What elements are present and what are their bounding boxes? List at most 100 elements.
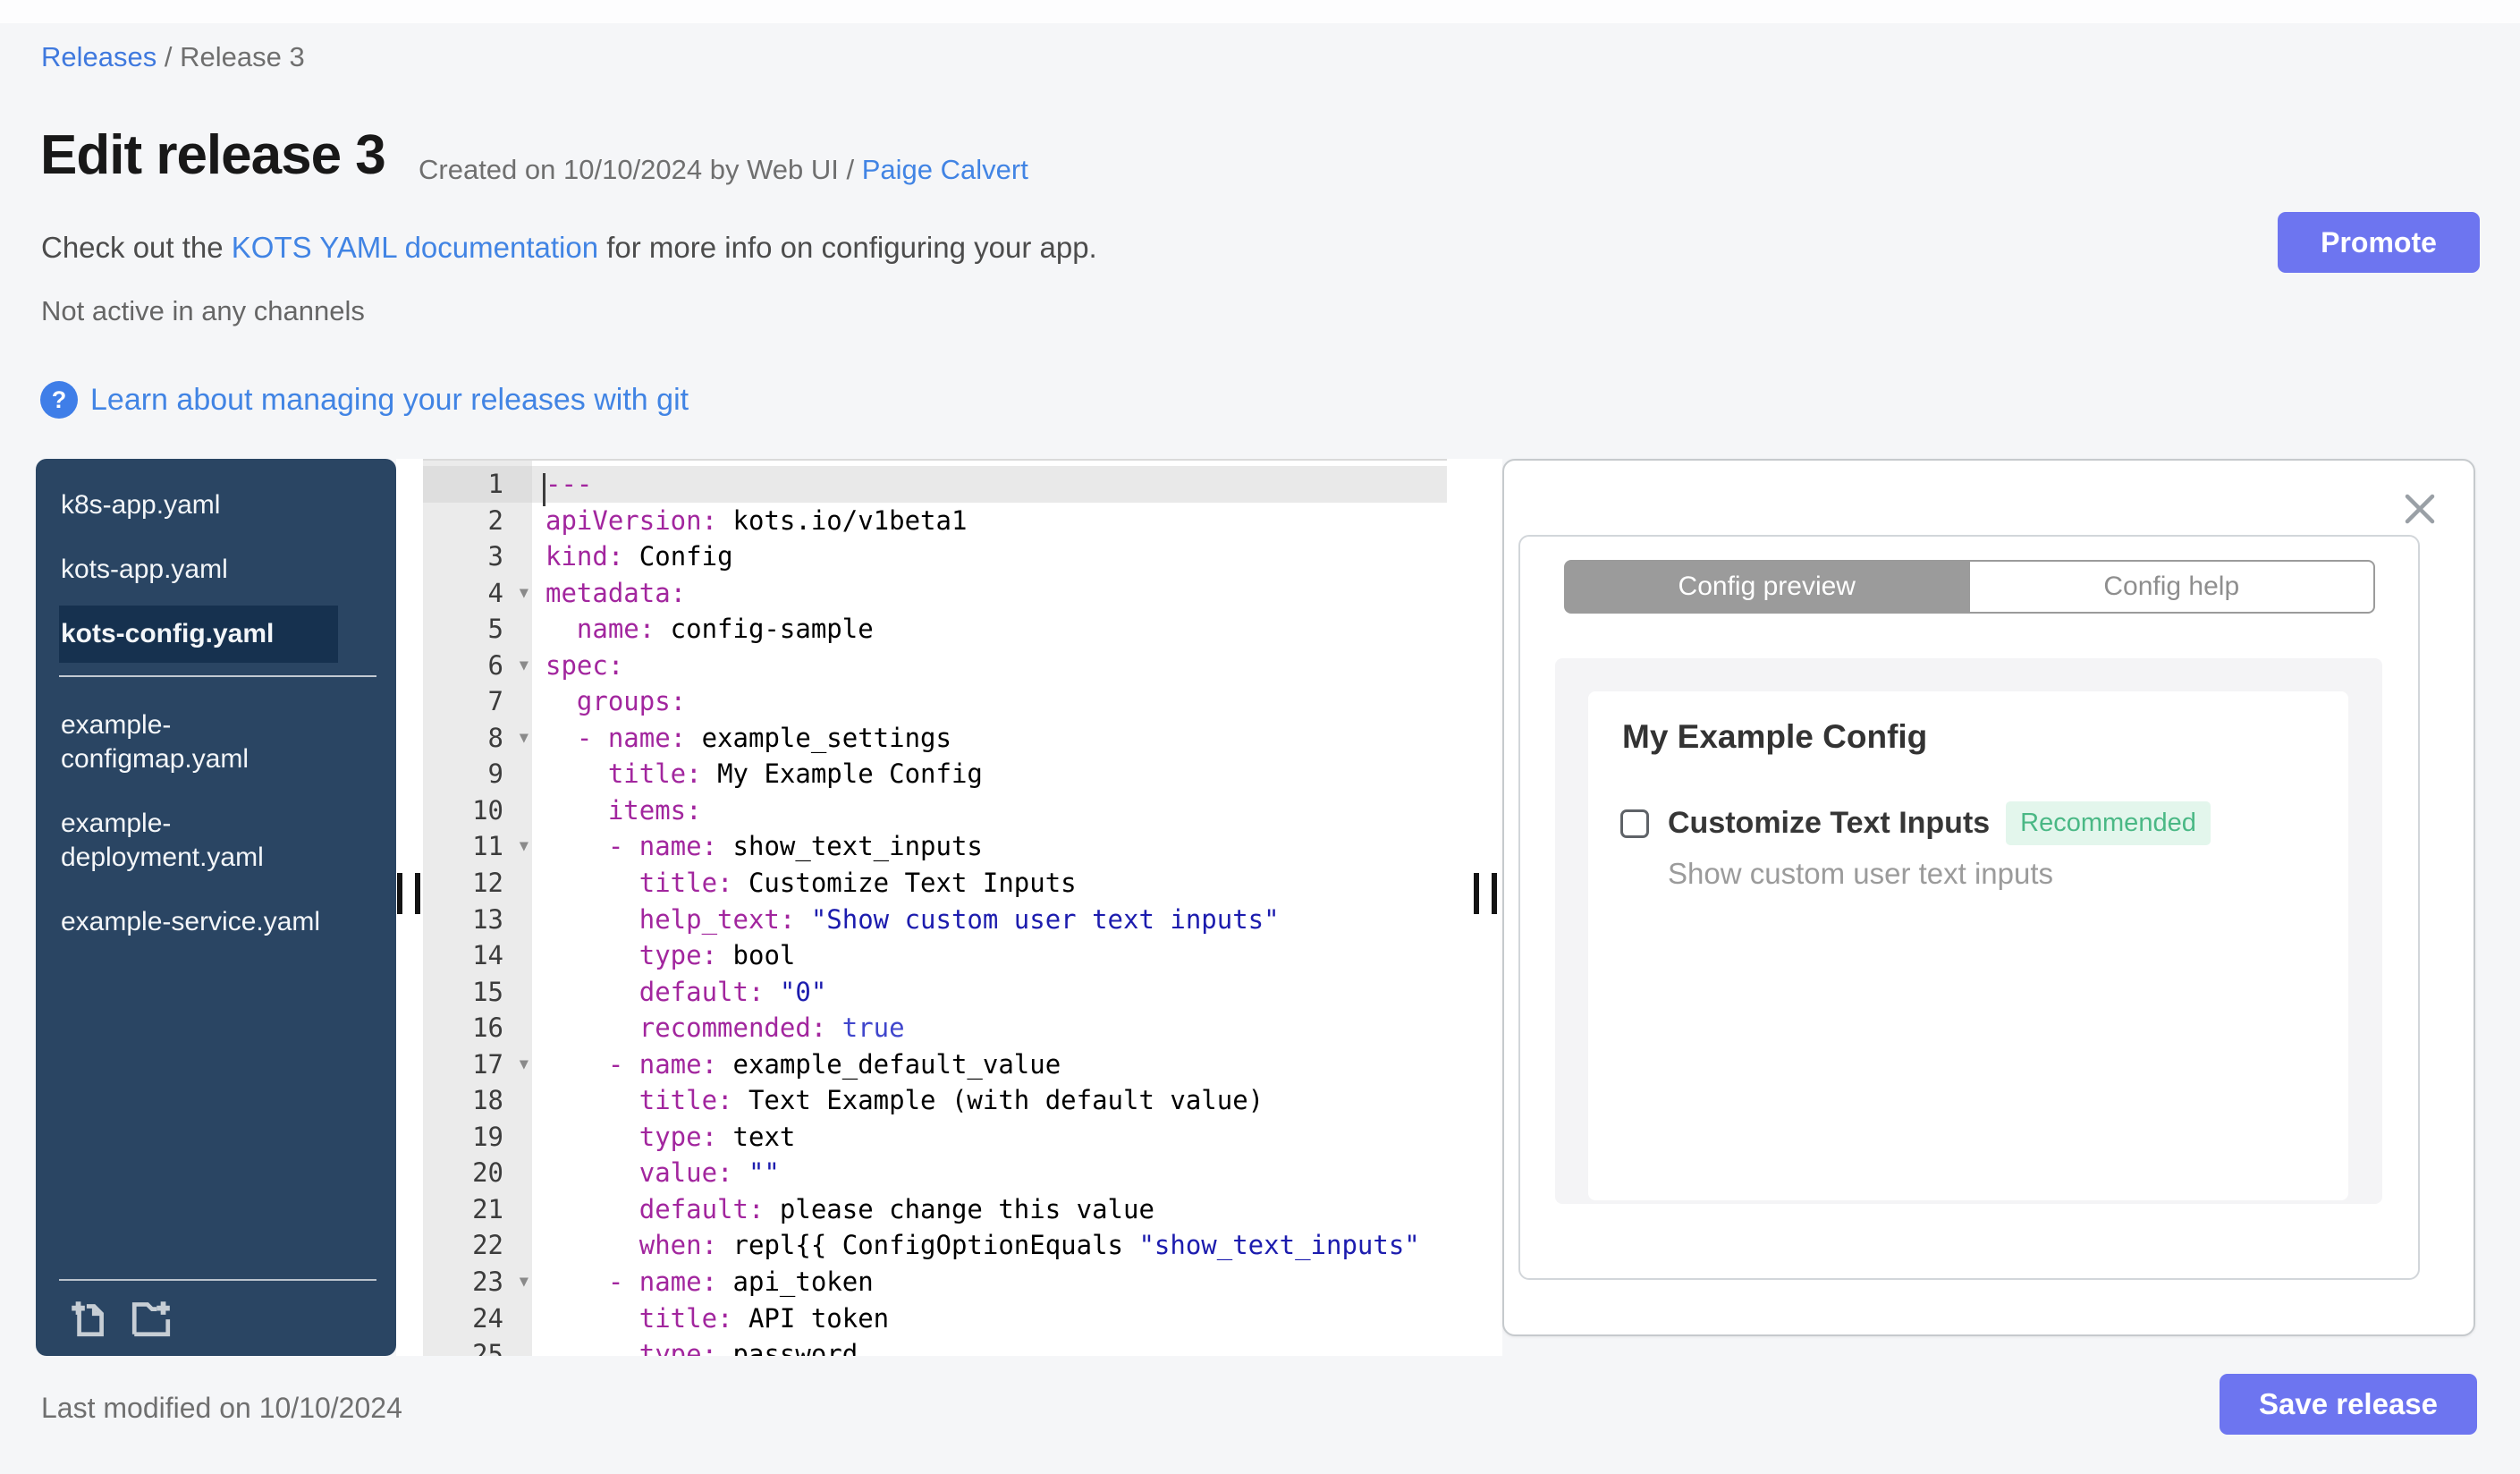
code-line: default: please change this value (545, 1193, 1154, 1224)
fold-toggle-icon[interactable]: ▼ (520, 575, 529, 612)
sidebar-item-kots-app[interactable]: kots-app.yaml (59, 541, 338, 598)
gutter-line-number: 18 (472, 1085, 503, 1116)
sidebar-resize-handle[interactable] (397, 873, 420, 914)
code-line: kind: Config (545, 541, 733, 572)
git-help-row: ? Learn about managing your releases wit… (40, 379, 689, 420)
code-line: title: API token (545, 1302, 890, 1334)
code-line: recommended: true (545, 1012, 905, 1044)
config-item-row: Customize Text Inputs Recommended (1620, 801, 2211, 845)
code-line: spec: (545, 649, 624, 681)
code-line: - name: api_token (545, 1266, 874, 1298)
gutter-line-number: 10 (472, 794, 503, 826)
code-line: help_text: "Show custom user text inputs… (545, 903, 1280, 935)
doc-line-suffix: for more info on configuring your app. (598, 231, 1097, 264)
config-item-help-text: Show custom user text inputs (1668, 857, 2054, 890)
gutter-line-number: 4 ▼ (423, 575, 532, 612)
customize-text-inputs-checkbox[interactable] (1620, 809, 1649, 838)
code-line: - name: show_text_inputs (545, 831, 983, 862)
sidebar-footer (59, 1279, 376, 1356)
gutter-line-number: 19 (472, 1121, 503, 1152)
fold-toggle-icon[interactable]: ▼ (520, 1264, 529, 1300)
config-preview-panel: Config preview Config help My Example Co… (1502, 459, 2475, 1336)
created-meta: Created on 10/10/2024 by Web UI / Paige … (419, 154, 1028, 186)
breadcrumb-separator: / (156, 41, 181, 72)
preview-tab-bar: Config preview Config help (1564, 560, 2375, 614)
gutter-line-number: 2 (487, 504, 503, 536)
recommended-badge: Recommended (2006, 801, 2211, 845)
promote-button[interactable]: Promote (2278, 212, 2480, 273)
code-line: title: Customize Text Inputs (545, 868, 1077, 899)
code-line: default: "0" (545, 976, 827, 1007)
sidebar-item-kots-config[interactable]: kots-config.yaml (59, 606, 338, 663)
gutter-line-number: 6 ▼ (423, 648, 532, 684)
sidebar-divider (59, 675, 376, 677)
gutter-line-number: 25 (472, 1339, 503, 1356)
code-line: name: config-sample (545, 614, 874, 645)
code-line: value: "" (545, 1157, 780, 1189)
save-release-button[interactable]: Save release (2220, 1374, 2477, 1435)
code-line: title: My Example Config (545, 758, 983, 790)
code-line: - name: example_default_value (545, 1048, 1061, 1080)
gutter-line-number: 21 (472, 1193, 503, 1224)
sidebar-item-k8s-app[interactable]: k8s-app.yaml (59, 477, 338, 534)
doc-line: Check out the KOTS YAML documentation fo… (41, 231, 1097, 265)
sidebar-item-example-configmap[interactable]: example-configmap.yaml (59, 697, 338, 788)
page-title: Edit release 3 (40, 124, 386, 186)
breadcrumb-releases-link[interactable]: Releases (41, 41, 156, 72)
code-line: - name: example_settings (545, 722, 951, 753)
gutter-line-number: 14 (472, 940, 503, 971)
created-author-link[interactable]: Paige Calvert (862, 154, 1028, 185)
tab-config-preview[interactable]: Config preview (1564, 560, 1970, 614)
text-cursor (543, 473, 545, 506)
close-icon[interactable] (2400, 489, 2440, 529)
help-question-icon[interactable]: ? (40, 381, 78, 419)
breadcrumb-current: Release 3 (180, 41, 305, 72)
last-modified-text: Last modified on 10/10/2024 (41, 1392, 402, 1424)
code-line: type: password (545, 1339, 858, 1356)
fold-toggle-icon[interactable]: ▼ (520, 720, 529, 757)
code-line: title: Text Example (with default value) (545, 1085, 1264, 1116)
config-group-card: My Example Config Customize Text Inputs … (1588, 691, 2348, 1200)
editor-code-area[interactable]: --- apiVersion: kots.io/v1beta1 kind: Conf… (532, 461, 1447, 1356)
git-releases-link[interactable]: Learn about managing your releases with … (90, 383, 689, 418)
gutter-line-number: 15 (472, 976, 503, 1007)
gutter-line-number: 1 (423, 466, 532, 503)
gutter-line-number: 3 (487, 541, 503, 572)
gutter-line-number: 7 (487, 686, 503, 717)
code-line: --- (532, 466, 1447, 506)
editor-gutter: 1 2 3 4 ▼ 5 6 ▼ 7 8 ▼ 9 10 11 ▼ 12 13 14 15 16 17 ▼ 18 19 20 21 22… (423, 461, 532, 1356)
gutter-line-number: 16 (472, 1012, 503, 1044)
code-line: type: text (545, 1121, 796, 1152)
kots-yaml-doc-link[interactable]: KOTS YAML documentation (232, 231, 598, 264)
code-line: metadata: (545, 577, 687, 608)
tab-config-help[interactable]: Config help (1969, 560, 2375, 614)
file-tree-sidebar: k8s-app.yaml kots-app.yaml kots-config.y… (36, 459, 396, 1356)
gutter-line-number: 12 (472, 868, 503, 899)
doc-line-prefix: Check out the (41, 231, 232, 264)
fold-toggle-icon[interactable]: ▼ (520, 1046, 529, 1083)
gutter-line-number: 17 ▼ (423, 1046, 532, 1083)
code-line: type: bool (545, 940, 796, 971)
code-line: items: (545, 794, 702, 826)
gutter-line-number: 9 (487, 758, 503, 790)
config-render-area: My Example Config Customize Text Inputs … (1555, 658, 2382, 1204)
config-item-label: Customize Text Inputs (1668, 806, 1991, 840)
preview-resize-handle[interactable] (1474, 873, 1497, 914)
sidebar-item-example-deployment[interactable]: example-deployment.yaml (59, 795, 338, 886)
yaml-code-editor[interactable]: 1 2 3 4 ▼ 5 6 ▼ 7 8 ▼ 9 10 11 ▼ 12 13 14 15 16 17 ▼ 18 19 20 21 22… (423, 459, 1447, 1356)
config-preview-card: Config preview Config help My Example Co… (1518, 535, 2420, 1280)
add-file-icon[interactable] (66, 1295, 111, 1340)
created-meta-text: Created on 10/10/2024 by Web UI / (419, 154, 862, 185)
code-line: apiVersion: kots.io/v1beta1 (545, 504, 968, 536)
code-line: when: repl{{ ConfigOptionEquals "show_te… (545, 1230, 1420, 1261)
gutter-line-number: 5 (487, 614, 503, 645)
breadcrumb: Releases / Release 3 (41, 41, 305, 73)
add-folder-icon[interactable] (129, 1295, 173, 1340)
gutter-line-number: 11 ▼ (423, 828, 532, 865)
fold-toggle-icon[interactable]: ▼ (520, 648, 529, 684)
gutter-line-number: 20 (472, 1157, 503, 1189)
gutter-line-number: 24 (472, 1302, 503, 1334)
fold-toggle-icon[interactable]: ▼ (520, 828, 529, 865)
sidebar-item-example-service[interactable]: example-service.yaml (59, 894, 338, 951)
config-group-title: My Example Config (1622, 718, 1928, 755)
